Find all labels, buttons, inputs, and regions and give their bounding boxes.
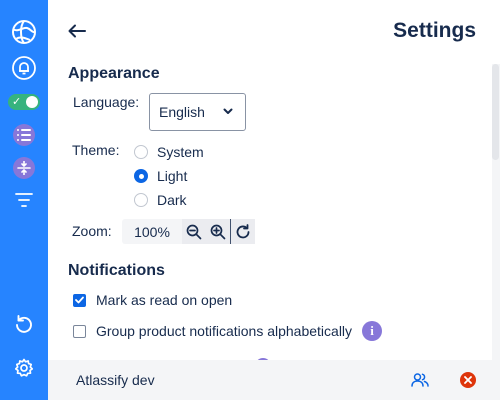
footer: Atlassify dev [48,360,500,400]
theme-option-label: System [157,144,204,160]
appearance-heading: Appearance [68,65,160,82]
radio-button-selected[interactable] [134,169,148,183]
language-label: Language: [73,94,140,110]
theme-option-label: Dark [157,192,187,208]
scrollbar-thumb[interactable] [492,64,499,160]
sidebar-settings-button[interactable] [0,351,48,385]
undo-icon [16,315,32,333]
account-name: Atlassify dev [76,372,155,388]
back-button[interactable] [66,20,88,42]
sidebar-notifications-button[interactable] [0,51,48,85]
zoom-out-button[interactable] [182,219,206,244]
language-select-value: English [159,104,205,120]
zoom-reset-button[interactable] [231,219,255,244]
sidebar: ✓ [0,0,48,400]
bell-icon [12,56,36,80]
info-icon[interactable]: i [362,321,383,341]
option-label: Mark as read on open [96,292,233,308]
theme-option-system[interactable]: System [134,142,204,162]
zoom-label: Zoom: [72,223,112,239]
chevron-down-icon [223,108,233,114]
accounts-button[interactable] [410,370,430,390]
check-icon: ✓ [12,95,22,108]
toggle-knob [26,96,38,108]
theme-option-light[interactable]: Light [134,166,187,186]
check-icon [75,296,84,304]
theme-label: Theme: [72,142,120,158]
sidebar-list-button[interactable] [0,118,48,152]
reset-icon [236,223,250,238]
close-circle-icon [460,372,476,388]
list-icon [13,124,35,146]
theme-option-dark[interactable]: Dark [134,190,187,210]
sidebar-toggle[interactable]: ✓ [0,85,48,119]
page-title: Settings [393,19,476,42]
toggle-switch: ✓ [8,94,40,110]
people-icon [411,373,429,387]
compress-icon [13,157,35,179]
checkbox[interactable] [73,324,86,338]
zoom-value: 100% [134,223,170,240]
sidebar-filter-button[interactable] [0,183,48,217]
zoom-out-icon [186,224,202,239]
zoom-in-icon [210,224,226,239]
sidebar-refresh-button[interactable] [0,307,48,341]
language-select[interactable]: English [149,93,246,131]
zoom-control: 100% [122,219,255,244]
settings-panel: Settings Appearance Language: English Th… [48,0,500,360]
notifications-heading: Notifications [68,262,165,279]
theme-option-label: Light [157,168,188,184]
option-group-alphabetically[interactable]: Group product notifications alphabetical… [73,321,383,341]
checkbox-checked[interactable] [73,293,86,307]
sidebar-compress-button[interactable] [0,151,48,185]
globe-icon [12,20,36,44]
radio-button[interactable] [134,145,148,159]
zoom-in-button[interactable] [206,219,230,244]
arrow-left-icon [68,24,86,38]
radio-button[interactable] [134,193,148,207]
option-label: Group product notifications alphabetical… [96,323,353,339]
filter-icon [15,193,33,207]
sidebar-home-button[interactable] [0,15,48,49]
gear-icon [14,358,34,377]
quit-button[interactable] [458,370,478,390]
option-mark-as-read[interactable]: Mark as read on open [73,290,232,310]
